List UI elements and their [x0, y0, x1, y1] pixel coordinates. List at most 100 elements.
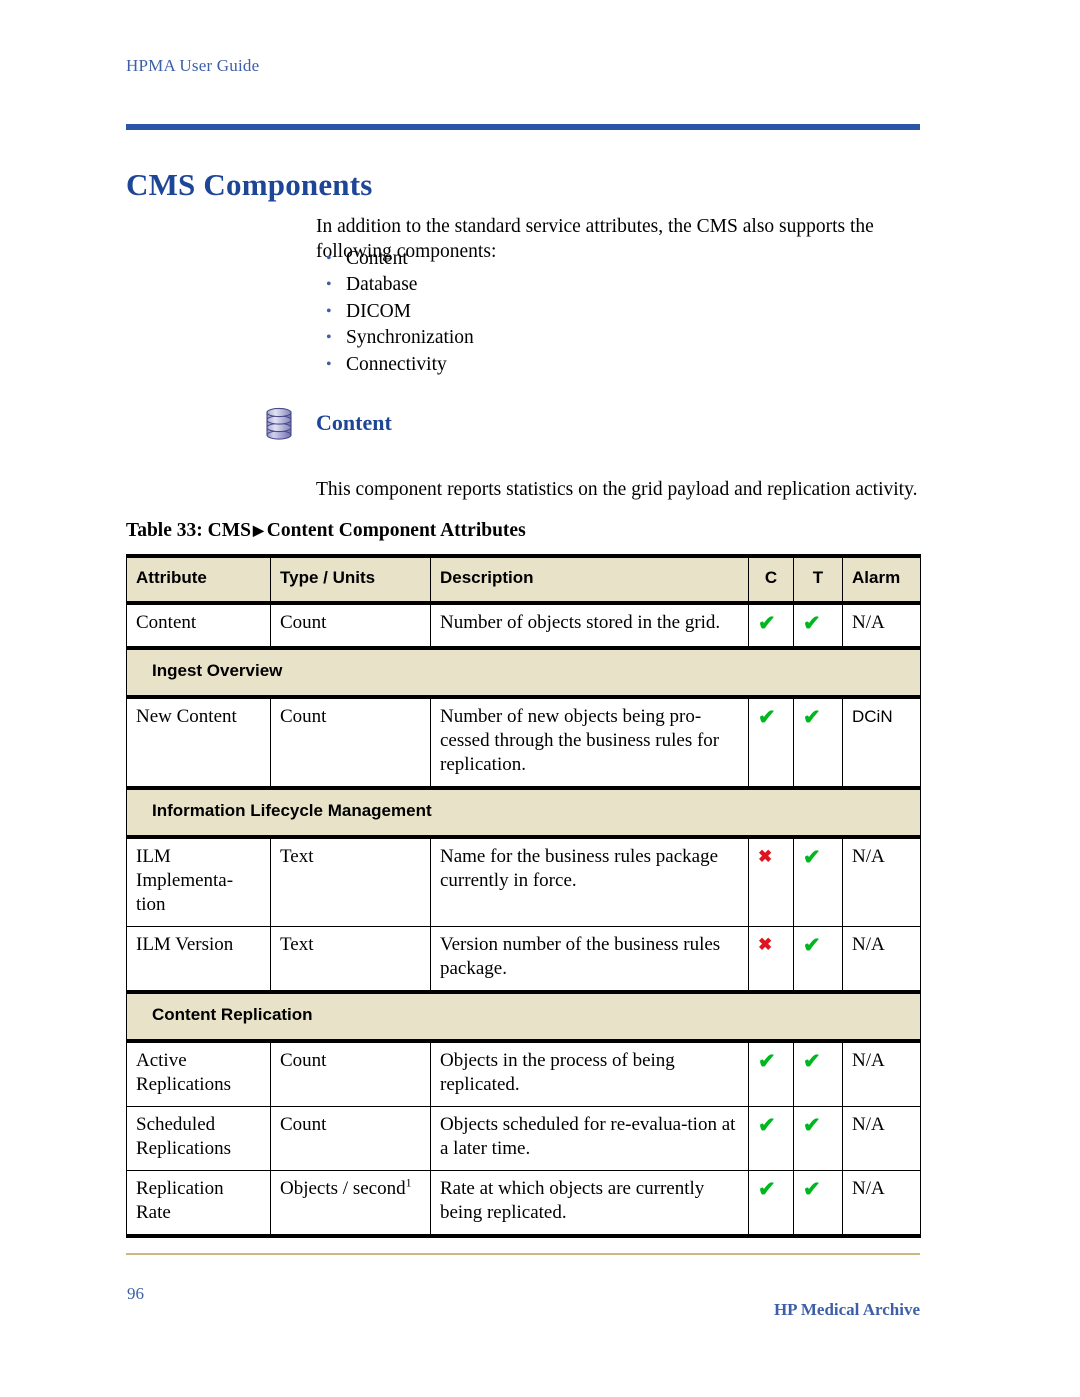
list-item-label: DICOM: [346, 300, 412, 322]
cell-description: Number of new objects being pro-cessed t…: [430, 696, 749, 789]
table-section-row: Content Replication: [126, 990, 921, 1043]
cell-alarm: N/A: [842, 836, 921, 927]
check-icon: ✔: [758, 1049, 776, 1073]
table-row: New Content Count Number of new objects …: [126, 696, 921, 789]
cell-type-units: Count: [270, 602, 431, 649]
table-row: Replication Rate Objects / second1 Rate …: [126, 1170, 921, 1237]
component-description: This component reports statistics on the…: [316, 478, 918, 500]
check-icon: ✔: [758, 611, 776, 635]
bullet-dot-icon: •: [326, 250, 332, 267]
cell-c: ✔: [748, 1040, 794, 1107]
running-header: HPMA User Guide: [126, 56, 260, 75]
bullet-dot-icon: •: [326, 355, 332, 373]
list-item-label: Connectivity: [346, 353, 447, 375]
section-label: Information Lifecycle Management: [126, 786, 921, 839]
cell-description: Objects scheduled for re-evalua-tion at …: [430, 1106, 749, 1171]
component-heading: Content: [264, 406, 392, 440]
database-icon: [264, 406, 294, 440]
list-item-label: Database: [346, 274, 418, 296]
cross-icon: ✖: [758, 847, 773, 866]
column-header-description: Description: [430, 556, 749, 605]
list-item: • Connectivity: [318, 352, 818, 378]
table-row: Content Count Number of objects stored i…: [126, 602, 921, 649]
table-section-row: Information Lifecycle Management: [126, 786, 921, 839]
list-item: • Content: [318, 246, 818, 272]
cell-type-units: Count: [270, 696, 431, 789]
cell-alarm: N/A: [842, 1106, 921, 1171]
cell-alarm: N/A: [842, 1040, 921, 1107]
cell-t: ✔: [793, 1040, 843, 1107]
check-icon: ✔: [803, 705, 821, 729]
cell-description: Objects in the process of being replicat…: [430, 1040, 749, 1107]
check-icon: ✔: [758, 705, 776, 729]
table-row: ILM Implementa-tion Text Name for the bu…: [126, 836, 921, 927]
column-header-alarm: Alarm: [842, 556, 921, 605]
cell-attribute: Replication Rate: [126, 1170, 271, 1237]
cell-type-units: Count: [270, 1106, 431, 1171]
cell-type-units: Text: [270, 836, 431, 927]
cell-attribute: New Content: [126, 696, 271, 789]
footer-rule: [126, 1253, 920, 1255]
list-item: • Synchronization: [318, 325, 818, 351]
check-icon: ✔: [758, 1113, 776, 1137]
footer-brand: HP Medical Archive: [773, 1300, 920, 1319]
cell-t: ✔: [793, 696, 843, 789]
list-item: • Database: [318, 272, 818, 298]
check-icon: ✔: [803, 611, 821, 635]
footnote-marker: 1: [405, 1176, 412, 1190]
table-row: Active Replications Count Objects in the…: [126, 1040, 921, 1107]
cell-c: ✔: [748, 1170, 794, 1237]
cell-c: ✖: [748, 926, 794, 993]
table-body: Content Count Number of objects stored i…: [126, 602, 921, 1237]
cell-alarm: N/A: [842, 926, 921, 993]
list-item: • DICOM: [318, 299, 818, 325]
cell-c: ✔: [748, 1106, 794, 1171]
cross-icon: ✖: [758, 935, 773, 954]
check-icon: ✔: [803, 845, 821, 869]
cell-attribute: ILM Implementa-tion: [126, 836, 271, 927]
check-icon: ✔: [803, 1113, 821, 1137]
table-header-row: Attribute Type / Units Description C T A…: [126, 556, 921, 605]
cell-attribute: Scheduled Replications: [126, 1106, 271, 1171]
component-heading-label: Content: [316, 410, 392, 435]
component-bullet-list: • Content • Database • DICOM • Synchronizati…: [318, 246, 818, 378]
list-item-label: Synchronization: [346, 327, 474, 349]
column-header-t: T: [793, 556, 843, 605]
cell-attribute: ILM Version: [126, 926, 271, 993]
table-row: Scheduled Replications Count Objects sch…: [126, 1106, 921, 1171]
table-caption-prefix: Table 33: CMS: [126, 520, 251, 541]
table-row: ILM Version Text Version number of the b…: [126, 926, 921, 993]
check-icon: ✔: [803, 1177, 821, 1201]
cell-type-units: Count: [270, 1040, 431, 1107]
cell-alarm: N/A: [842, 1170, 921, 1237]
table-section-row: Ingest Overview: [126, 646, 921, 699]
page-title: CMS Components: [126, 166, 373, 202]
cell-alarm: N/A: [842, 602, 921, 649]
cell-t: ✔: [793, 926, 843, 993]
cell-t: ✔: [793, 1106, 843, 1171]
cell-type-units: Objects / second1: [270, 1170, 431, 1237]
cell-c: ✔: [748, 602, 794, 649]
section-label: Ingest Overview: [126, 646, 921, 699]
attributes-table: Attribute Type / Units Description C T A…: [126, 554, 921, 1238]
table-caption-suffix: Content Component Attributes: [266, 520, 526, 541]
cell-alarm: DCiN: [842, 696, 921, 789]
cell-t: ✔: [793, 1170, 843, 1237]
cell-description: Rate at which objects are currently bein…: [430, 1170, 749, 1237]
attributes-table-wrapper: Attribute Type / Units Description C T A…: [126, 554, 921, 1238]
cell-c: ✔: [748, 696, 794, 789]
caption-arrow-icon: ▶: [252, 524, 264, 539]
header-accent-rule: [126, 124, 920, 130]
cell-description: Version number of the business rules pac…: [430, 926, 749, 993]
cell-attribute: Content: [126, 602, 271, 649]
bullet-dot-icon: •: [326, 302, 332, 320]
check-icon: ✔: [803, 1049, 821, 1073]
bullet-dot-icon: •: [326, 276, 332, 294]
column-header-attribute: Attribute: [126, 556, 271, 605]
page-number: 96: [127, 1284, 144, 1303]
check-icon: ✔: [758, 1177, 776, 1201]
cell-description: Name for the business rules package curr…: [430, 836, 749, 927]
column-header-c: C: [748, 556, 794, 605]
cell-type-units-text: Objects / second: [280, 1178, 406, 1199]
table-caption: Table 33: CMS ▶ Content Component Attribut…: [126, 520, 526, 542]
